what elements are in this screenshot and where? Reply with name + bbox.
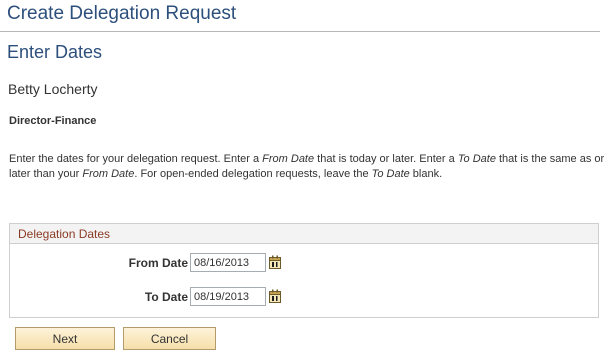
next-button[interactable]: Next <box>15 327 115 350</box>
instructions-part: blank. <box>409 168 443 180</box>
from-date-row: From Date <box>10 252 598 274</box>
instructions-emphasis: To Date <box>457 153 496 165</box>
instructions-part: Enter the dates for your delegation requ… <box>9 153 263 165</box>
section-title: Enter Dates <box>7 42 103 62</box>
to-date-row: To Date <box>10 286 598 308</box>
delegation-dates-header: Delegation Dates <box>10 224 598 244</box>
instructions-part: that is today or later. Enter a <box>314 153 458 165</box>
instructions-emphasis: From Date <box>82 168 135 180</box>
to-date-label: To Date <box>144 290 188 304</box>
from-date-label: From Date <box>128 256 188 270</box>
person-name: Betty Locherty <box>8 81 98 97</box>
instructions-emphasis: To Date <box>371 168 410 180</box>
calendar-icon[interactable] <box>269 255 281 269</box>
page-title: Create Delegation Request <box>7 3 237 24</box>
job-title: Director-Finance <box>9 115 97 127</box>
instructions-part: . For open-ended delegation requests, le… <box>134 168 372 180</box>
instructions-text: Enter the dates for your delegation requ… <box>9 152 605 182</box>
delegation-dates-group: Delegation Dates From Date To Date <box>9 223 599 318</box>
from-date-input[interactable] <box>190 253 266 272</box>
calendar-icon[interactable] <box>269 289 281 303</box>
title-divider <box>0 31 600 32</box>
to-date-input[interactable] <box>190 287 266 306</box>
cancel-button[interactable]: Cancel <box>123 327 216 350</box>
instructions-emphasis: From Date <box>262 153 315 165</box>
